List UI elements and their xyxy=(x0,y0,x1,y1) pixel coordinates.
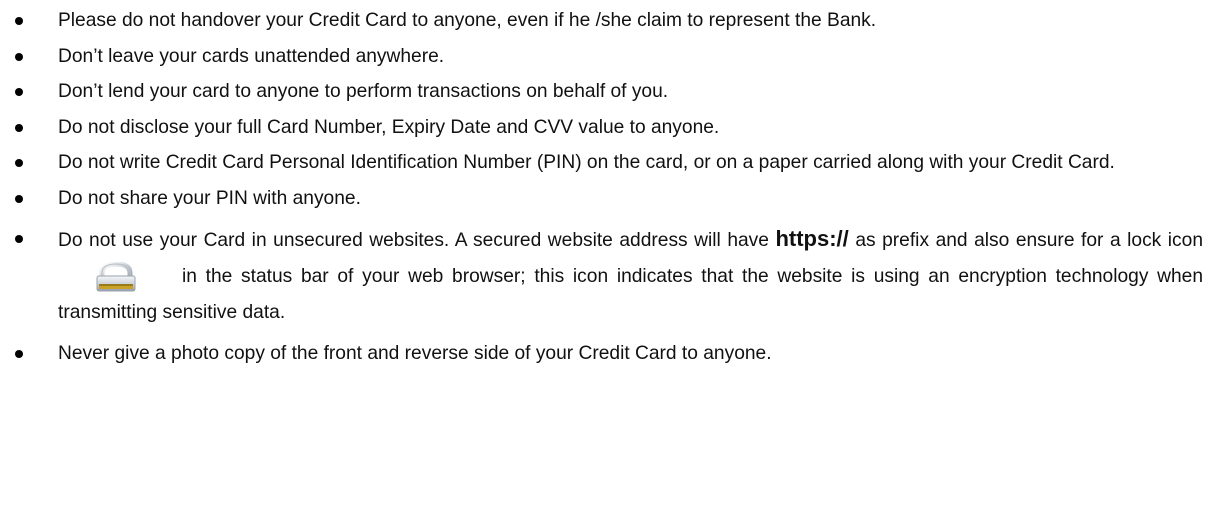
bullet-icon xyxy=(15,8,23,34)
list-item: Never give a photo copy of the front and… xyxy=(0,341,1223,367)
list-item: Do not disclose your full Card Number, E… xyxy=(0,115,1223,141)
bullet-icon xyxy=(15,221,23,257)
tip-text: Please do not handover your Credit Card … xyxy=(58,10,877,31)
tip-text: in the status bar of your web browser; t… xyxy=(58,266,1203,323)
list-item: Do not share your PIN with anyone. xyxy=(0,186,1223,212)
https-prefix: https:// xyxy=(775,226,849,251)
tip-text: Do not share your PIN with anyone. xyxy=(58,187,361,209)
tip-text: Never give a photo copy of the front and… xyxy=(58,342,772,364)
tip-text: Do not disclose your full Card Number, E… xyxy=(58,116,720,138)
list-item: Do not use your Card in unsecured websit… xyxy=(0,221,1223,331)
tip-text: Don’t lend your card to anyone to perfor… xyxy=(58,81,669,102)
tip-text: as prefix and also ensure for a lock ico… xyxy=(848,230,1203,251)
bullet-icon xyxy=(15,44,23,70)
bullet-icon xyxy=(15,79,23,105)
list-item: Don’t lend your card to anyone to perfor… xyxy=(0,79,1223,105)
bullet-icon xyxy=(15,186,23,212)
credit-card-safety-tips: Please do not handover your Credit Card … xyxy=(0,8,1223,520)
tip-text: Don’t leave your cards unattended anywhe… xyxy=(58,45,445,67)
lock-icon xyxy=(94,261,138,292)
list-item: Do not write Credit Card Personal Identi… xyxy=(0,150,1223,176)
tip-text: Do not write Credit Card Personal Identi… xyxy=(58,152,1115,173)
list-item: Please do not handover your Credit Card … xyxy=(0,8,1223,34)
bullet-icon xyxy=(15,341,23,367)
tip-text: Do not use your Card in unsecured websit… xyxy=(58,230,776,251)
bullet-icon xyxy=(15,115,23,141)
list-item: Don’t leave your cards unattended anywhe… xyxy=(0,44,1223,70)
bullet-icon xyxy=(15,150,23,176)
tips-list: Please do not handover your Credit Card … xyxy=(0,8,1223,367)
